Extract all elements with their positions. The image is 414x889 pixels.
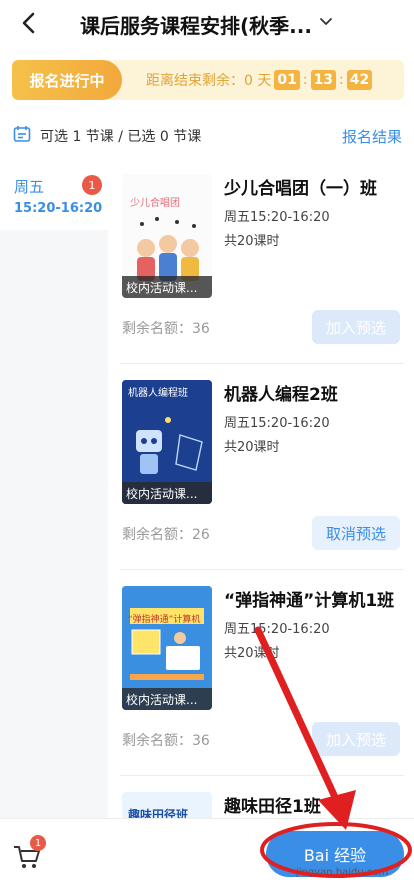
add-preselect-button[interactable]: 加入预选 — [312, 310, 400, 344]
countdown-seconds: 42 — [346, 70, 373, 90]
bottom-bar: 1 Bai 经验 jingyan.baidu.com — [0, 818, 414, 889]
remaining-seats: 剩余名额：36 — [122, 321, 210, 337]
remaining-seats: 剩余名额：26 — [122, 527, 210, 543]
thumbnail-title: 机器人编程班 — [128, 388, 188, 399]
course-card[interactable]: “弹指神通”计算机 校内活动课... “弹指神通”计算机1班 周五15:20-1… — [108, 570, 414, 776]
thumbnail-label: 校内活动课... — [122, 688, 212, 710]
course-schedule: 周五15:20-16:20 — [224, 210, 330, 225]
top-nav-bar: 课后服务课程安排(秋季... — [0, 0, 414, 48]
page-title: 课后服务课程安排(秋季... — [80, 14, 312, 38]
thumbnail-title: “弹指神通”计算机 — [128, 615, 201, 625]
course-thumbnail: “弹指神通”计算机 校内活动课... — [122, 586, 212, 710]
chevron-left-icon — [22, 12, 35, 34]
chevron-down-icon — [320, 18, 332, 25]
selection-count: 可选 1 节课 / 已选 0 节课 — [40, 129, 202, 145]
course-thumbnail: 趣味田径班 — [122, 792, 212, 818]
countdown-hours: 01 — [274, 70, 300, 90]
registration-status: 报名进行中 — [12, 60, 122, 100]
title-dropdown-button[interactable] — [318, 13, 338, 33]
sidebar-time-label: 15:20-16:20 — [14, 201, 103, 216]
course-schedule: 周五15:20-16:20 — [224, 416, 330, 431]
cart-badge: 1 — [30, 835, 46, 851]
registration-banner: 报名进行中 距离结束剩余：0 天 01 : 13 : 42 — [12, 60, 404, 100]
course-name: 趣味田径1班 — [224, 797, 321, 817]
course-hours: 共20课时 — [224, 440, 280, 455]
sidebar-badge: 1 — [82, 175, 102, 195]
course-name: 少儿合唱团（一）班 — [224, 179, 377, 199]
course-name: 机器人编程2班 — [224, 385, 338, 405]
course-schedule: 周五15:20-16:20 — [224, 622, 330, 637]
thumbnail-title: 少儿合唱团 — [130, 198, 180, 209]
calendar-icon — [13, 126, 31, 142]
thumbnail-label: 校内活动课... — [122, 482, 212, 504]
thumbnail-label: 校内活动课... — [122, 276, 212, 298]
remaining-seats: 剩余名额：36 — [122, 733, 210, 749]
course-hours: 共20课时 — [224, 646, 280, 661]
watermark-text: jingyan.baidu.com — [296, 867, 389, 878]
course-thumbnail: 机器人编程班 校内活动课... — [122, 380, 212, 504]
course-name: “弹指神通”计算机1班 — [224, 591, 395, 611]
selection-summary: 可选 1 节课 / 已选 0 节课 报名结果 — [0, 115, 414, 155]
course-thumbnail: 少儿合唱团 校内活动课... — [122, 174, 212, 298]
course-card[interactable]: 少儿合唱团 校内活动课... 少儿合唱团（一）班 周五15:20-16:20 共… — [108, 158, 414, 364]
countdown-minutes: 13 — [310, 70, 337, 90]
back-button[interactable] — [14, 8, 44, 38]
add-preselect-button[interactable]: 加入预选 — [312, 722, 400, 756]
countdown-prefix: 距离结束剩余：0 天 — [146, 73, 272, 89]
countdown-sep: : — [339, 72, 344, 88]
course-card[interactable]: 机器人编程班 校内活动课... 机器人编程2班 周五15:20-16:20 共2… — [108, 364, 414, 570]
registration-result-link[interactable]: 报名结果 — [342, 126, 402, 147]
course-card[interactable]: 趣味田径班 趣味田径1班 — [108, 776, 414, 818]
sidebar-item-friday[interactable]: 周五 1 15:20-16:20 — [0, 158, 108, 230]
countdown: 距离结束剩余：0 天 01 : 13 : 42 — [146, 60, 375, 100]
thumbnail-title: 趣味田径班 — [128, 808, 189, 818]
day-sidebar: 周五 1 15:20-16:20 — [0, 158, 108, 818]
cancel-preselect-button[interactable]: 取消预选 — [312, 516, 400, 550]
sidebar-day-label: 周五 — [14, 178, 45, 196]
countdown-sep: : — [302, 72, 308, 88]
course-hours: 共20课时 — [224, 234, 280, 249]
